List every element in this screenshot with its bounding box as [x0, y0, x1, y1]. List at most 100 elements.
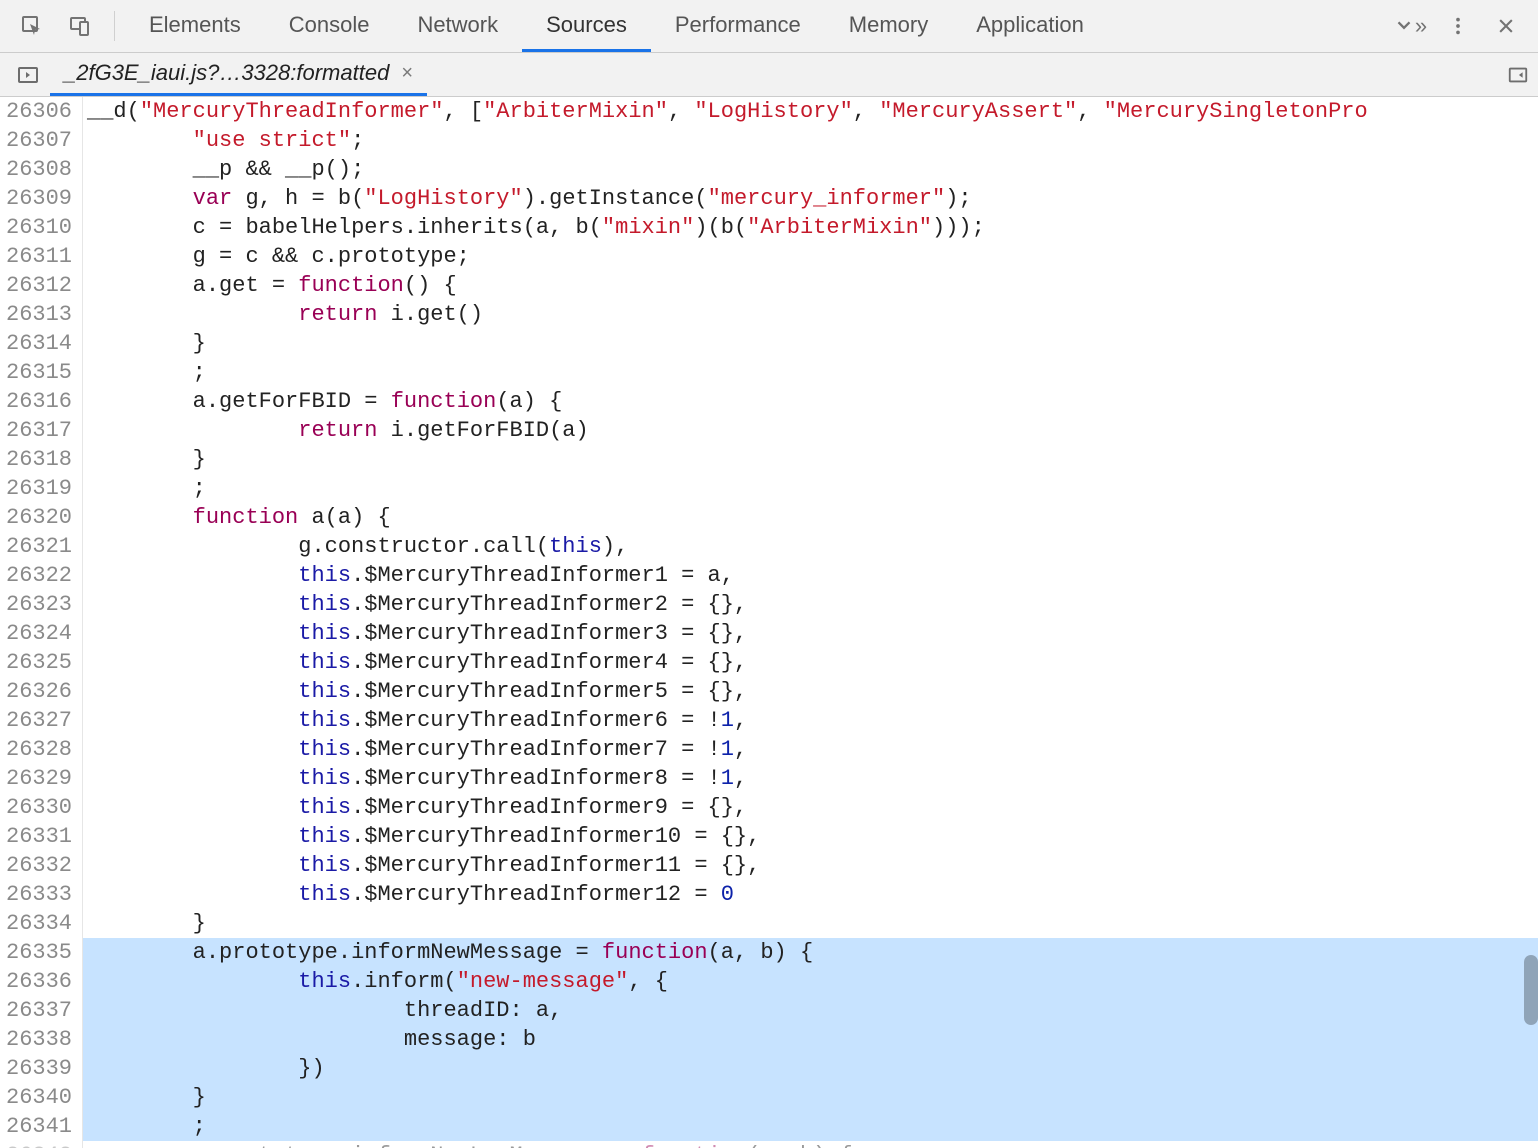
- line-number-gutter[interactable]: 2630626307263082630926310263112631226313…: [0, 97, 83, 1148]
- code-line[interactable]: this.$MercuryThreadInformer5 = {},: [83, 677, 1538, 706]
- line-number[interactable]: 26321: [6, 532, 72, 561]
- line-number[interactable]: 26320: [6, 503, 72, 532]
- code-line[interactable]: return i.get(): [83, 300, 1538, 329]
- code-line[interactable]: this.$MercuryThreadInformer3 = {},: [83, 619, 1538, 648]
- line-number[interactable]: 26335: [6, 938, 72, 967]
- line-number[interactable]: 26323: [6, 590, 72, 619]
- code-line[interactable]: this.$MercuryThreadInformer8 = !1,: [83, 764, 1538, 793]
- line-number[interactable]: 26317: [6, 416, 72, 445]
- tab-elements[interactable]: Elements: [125, 0, 265, 52]
- line-number[interactable]: 26330: [6, 793, 72, 822]
- code-line[interactable]: this.$MercuryThreadInformer10 = {},: [83, 822, 1538, 851]
- line-number[interactable]: 26310: [6, 213, 72, 242]
- line-number[interactable]: 26327: [6, 706, 72, 735]
- line-number[interactable]: 26338: [6, 1025, 72, 1054]
- toolbar-divider: [114, 11, 115, 41]
- inspect-element-icon[interactable]: [14, 8, 50, 44]
- line-number[interactable]: 26322: [6, 561, 72, 590]
- line-number[interactable]: 26339: [6, 1054, 72, 1083]
- debugger-sidebar-toggle-icon[interactable]: [1504, 61, 1532, 89]
- code-line[interactable]: a.prototype.informNewLogMessage = functi…: [83, 1141, 1538, 1148]
- scrollbar-thumb[interactable]: [1524, 955, 1538, 1025]
- line-number[interactable]: 26337: [6, 996, 72, 1025]
- code-line[interactable]: this.$MercuryThreadInformer12 = 0: [83, 880, 1538, 909]
- source-code-viewer[interactable]: 2630626307263082630926310263112631226313…: [0, 97, 1538, 1148]
- line-number[interactable]: 26332: [6, 851, 72, 880]
- code-line[interactable]: "use strict";: [83, 126, 1538, 155]
- code-line[interactable]: __d("MercuryThreadInformer", ["ArbiterMi…: [83, 97, 1538, 126]
- code-line[interactable]: message: b: [83, 1025, 1538, 1054]
- code-line[interactable]: this.$MercuryThreadInformer6 = !1,: [83, 706, 1538, 735]
- code-line[interactable]: this.$MercuryThreadInformer11 = {},: [83, 851, 1538, 880]
- tab-console[interactable]: Console: [265, 0, 394, 52]
- file-tabs-bar: _2fG3E_iaui.js?…3328:formatted ×: [0, 53, 1538, 97]
- code-line[interactable]: }: [83, 445, 1538, 474]
- line-number[interactable]: 26328: [6, 735, 72, 764]
- code-line[interactable]: function a(a) {: [83, 503, 1538, 532]
- line-number[interactable]: 26325: [6, 648, 72, 677]
- line-number[interactable]: 26334: [6, 909, 72, 938]
- line-number[interactable]: 26331: [6, 822, 72, 851]
- tab-sources[interactable]: Sources: [522, 0, 651, 52]
- code-line[interactable]: this.$MercuryThreadInformer9 = {},: [83, 793, 1538, 822]
- tab-network[interactable]: Network: [393, 0, 522, 52]
- code-line[interactable]: __p && __p();: [83, 155, 1538, 184]
- line-number[interactable]: 26319: [6, 474, 72, 503]
- code-line[interactable]: a.get = function() {: [83, 271, 1538, 300]
- code-line[interactable]: }: [83, 329, 1538, 358]
- close-icon[interactable]: ×: [401, 63, 413, 83]
- line-number[interactable]: 26314: [6, 329, 72, 358]
- line-number[interactable]: 26309: [6, 184, 72, 213]
- code-line[interactable]: }: [83, 1083, 1538, 1112]
- line-number[interactable]: 26311: [6, 242, 72, 271]
- line-number[interactable]: 26333: [6, 880, 72, 909]
- file-tab-active[interactable]: _2fG3E_iaui.js?…3328:formatted ×: [50, 53, 427, 96]
- devtools-panel-tabs: ElementsConsoleNetworkSourcesPerformance…: [125, 0, 1386, 52]
- line-number[interactable]: 26306: [6, 97, 72, 126]
- code-line[interactable]: }): [83, 1054, 1538, 1083]
- code-line[interactable]: var g, h = b("LogHistory").getInstance("…: [83, 184, 1538, 213]
- tab-application[interactable]: Application: [952, 0, 1108, 52]
- more-tabs-icon[interactable]: »: [1392, 8, 1428, 44]
- device-toggle-icon[interactable]: [62, 8, 98, 44]
- line-number[interactable]: 26341: [6, 1112, 72, 1141]
- line-number[interactable]: 26336: [6, 967, 72, 996]
- code-line[interactable]: threadID: a,: [83, 996, 1538, 1025]
- devtools-toolbar: ElementsConsoleNetworkSourcesPerformance…: [0, 0, 1538, 53]
- code-line[interactable]: ;: [83, 1112, 1538, 1141]
- line-number[interactable]: 26329: [6, 764, 72, 793]
- code-line[interactable]: this.inform("new-message", {: [83, 967, 1538, 996]
- file-tab-name: _2fG3E_iaui.js?…3328:formatted: [64, 60, 389, 86]
- code-line[interactable]: g.constructor.call(this),: [83, 532, 1538, 561]
- close-devtools-icon[interactable]: [1488, 8, 1524, 44]
- code-line[interactable]: return i.getForFBID(a): [83, 416, 1538, 445]
- code-line[interactable]: c = babelHelpers.inherits(a, b("mixin")(…: [83, 213, 1538, 242]
- code-line[interactable]: ;: [83, 358, 1538, 387]
- line-number[interactable]: 26308: [6, 155, 72, 184]
- navigator-toggle-icon[interactable]: [12, 59, 44, 91]
- toolbar-right: »: [1386, 8, 1530, 44]
- code-line[interactable]: this.$MercuryThreadInformer7 = !1,: [83, 735, 1538, 764]
- line-number[interactable]: 26342: [6, 1141, 72, 1148]
- line-number[interactable]: 26312: [6, 271, 72, 300]
- line-number[interactable]: 26315: [6, 358, 72, 387]
- code-line[interactable]: ;: [83, 474, 1538, 503]
- code-line[interactable]: g = c && c.prototype;: [83, 242, 1538, 271]
- code-line[interactable]: a.prototype.informNewMessage = function(…: [83, 938, 1538, 967]
- code-line[interactable]: a.getForFBID = function(a) {: [83, 387, 1538, 416]
- code-line[interactable]: this.$MercuryThreadInformer1 = a,: [83, 561, 1538, 590]
- line-number[interactable]: 26318: [6, 445, 72, 474]
- line-number[interactable]: 26326: [6, 677, 72, 706]
- code-line[interactable]: this.$MercuryThreadInformer2 = {},: [83, 590, 1538, 619]
- code-line[interactable]: }: [83, 909, 1538, 938]
- tab-memory[interactable]: Memory: [825, 0, 952, 52]
- line-number[interactable]: 26324: [6, 619, 72, 648]
- code-content[interactable]: __d("MercuryThreadInformer", ["ArbiterMi…: [83, 97, 1538, 1148]
- code-line[interactable]: this.$MercuryThreadInformer4 = {},: [83, 648, 1538, 677]
- line-number[interactable]: 26307: [6, 126, 72, 155]
- line-number[interactable]: 26316: [6, 387, 72, 416]
- line-number[interactable]: 26340: [6, 1083, 72, 1112]
- tab-performance[interactable]: Performance: [651, 0, 825, 52]
- kebab-menu-icon[interactable]: [1440, 8, 1476, 44]
- line-number[interactable]: 26313: [6, 300, 72, 329]
